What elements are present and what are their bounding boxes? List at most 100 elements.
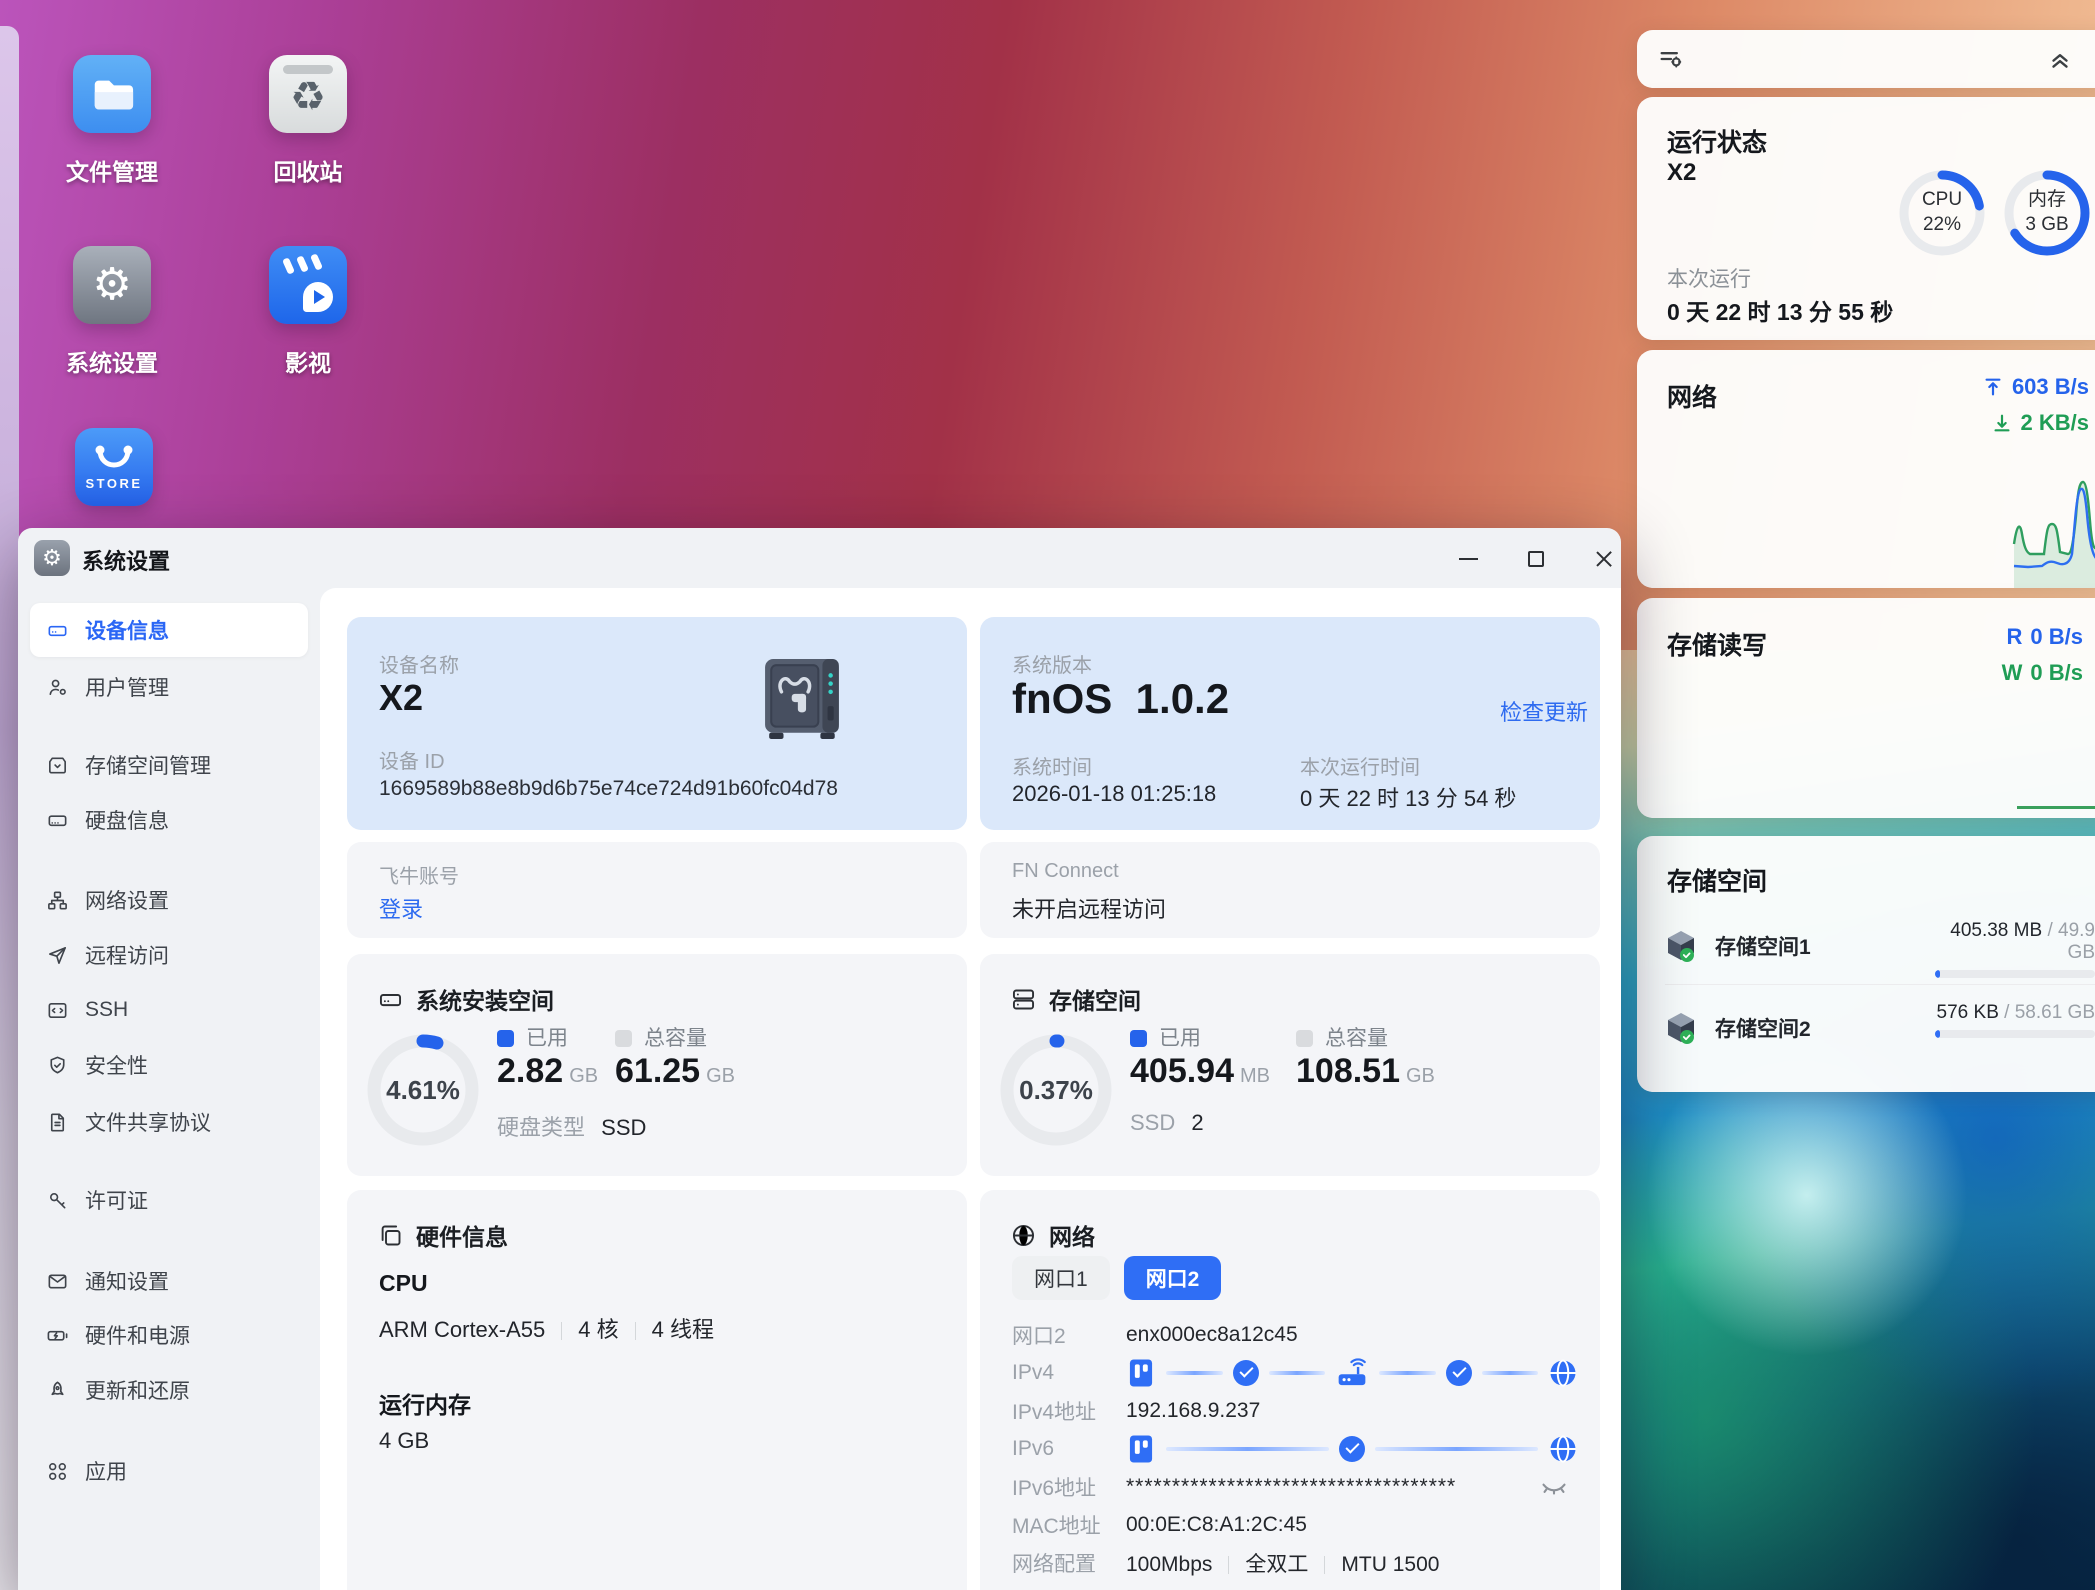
sidebar-item-notifications[interactable]: 通知设置 <box>30 1254 308 1308</box>
pool-bar <box>1935 970 2095 978</box>
ipv4-addr-row: IPv4地址 192.168.9.237 <box>1012 1394 1260 1428</box>
recycle-lid <box>283 65 333 74</box>
system-settings-label: 系统设置 <box>22 344 202 378</box>
title-bar: ⚙ 系统设置 <box>18 528 1621 588</box>
sidebar-item-apps[interactable]: 应用 <box>30 1444 308 1498</box>
fnconnect-label: FN Connect <box>1012 860 1119 883</box>
total-legend: 总容量 <box>615 1022 707 1052</box>
upload-rate: 603 B/s <box>1982 374 2089 400</box>
sidebar-item-update-restore[interactable]: 更新和还原 <box>30 1363 308 1417</box>
total-value: 108.51GB <box>1296 1052 1435 1091</box>
total-value: 61.25GB <box>615 1052 735 1091</box>
config-row: 网络配置 100Mbps全双工MTU 1500 <box>1012 1546 1439 1580</box>
eye-closed-icon[interactable] <box>1540 1475 1568 1499</box>
folder-icon <box>89 71 135 117</box>
sidebar-item-device-info[interactable]: 设备信息 <box>30 603 308 657</box>
total-legend: 总容量 <box>1296 1022 1388 1052</box>
sidebar-item-storage-mgmt[interactable]: 存储空间管理 <box>30 738 308 792</box>
file-manager-icon[interactable] <box>73 55 151 133</box>
collapse-panel-icon[interactable] <box>2047 46 2073 72</box>
pool-usage: 405.38 MB / 49.9 GB <box>1935 920 2095 964</box>
cpu-ring: CPU 22% <box>1896 167 1988 259</box>
sidebar-item-remote-access[interactable]: 远程访问 <box>30 928 308 982</box>
tab-port1[interactable]: 网口1 <box>1012 1256 1110 1300</box>
storage-donut: 0.37% <box>998 1032 1114 1148</box>
pool-bar <box>1935 1030 2095 1038</box>
sidebar-item-disk-info[interactable]: 硬盘信息 <box>30 793 308 847</box>
diskio-title: 存储读写 <box>1667 626 1767 662</box>
recycle-glyph: ♻ <box>290 77 326 117</box>
device-card: 设备名称 X2 设备 ID 1669589b88e8b9d6b75e74ce72… <box>347 617 967 830</box>
window-app-icon: ⚙ <box>34 540 70 576</box>
used-value: 2.82GB <box>497 1052 598 1091</box>
memory-value: 4 GB <box>379 1428 429 1454</box>
maximize-button[interactable] <box>1519 542 1553 576</box>
tab-port2[interactable]: 网口2 <box>1124 1256 1222 1300</box>
internet-globe-icon <box>1548 1434 1578 1464</box>
port-tabs: 网口1 网口2 <box>1012 1256 1221 1300</box>
device-name: X2 <box>379 677 423 719</box>
video-app-icon[interactable] <box>269 246 347 324</box>
pool-divider <box>1665 984 2095 985</box>
widget-settings-icon[interactable] <box>1657 45 1685 73</box>
sidebar-item-ssh[interactable]: SSH <box>30 983 308 1037</box>
gear-glyph: ⚙ <box>92 263 131 307</box>
sidebar-item-network-settings[interactable]: 网络设置 <box>30 873 308 927</box>
widget-header <box>1637 30 2095 88</box>
globe-icon <box>1010 1222 1037 1249</box>
pool-name: 存储空间2 <box>1715 1013 1811 1043</box>
desktop: 文件管理 ♻ 回收站 ⚙ 系统设置 影视 STORE <box>0 0 2095 1590</box>
status-title: 运行状态 <box>1667 123 1767 159</box>
close-button[interactable] <box>1587 542 1621 576</box>
write-rate: W0 B/s <box>2002 660 2083 686</box>
os-version-label: 系统版本 <box>1012 649 1092 678</box>
pool-row-2[interactable]: 存储空间2 576 KB / 58.61 GB <box>1637 1000 2095 1056</box>
recycle-bin-label: 回收站 <box>218 153 398 187</box>
sidebar-item-license[interactable]: 许可证 <box>30 1173 308 1227</box>
sidebar-item-file-sharing[interactable]: 文件共享协议 <box>30 1095 308 1149</box>
internet-globe-icon <box>1548 1358 1578 1388</box>
check-update-link[interactable]: 检查更新 <box>1500 695 1588 727</box>
battery-bolt-icon <box>46 1324 69 1347</box>
diskio-flatline <box>2017 806 2095 809</box>
sys-space-header: 系统安装空间 <box>377 982 554 1016</box>
router-icon <box>1335 1357 1369 1389</box>
sidebar-item-security[interactable]: 安全性 <box>30 1038 308 1092</box>
uptime-value: 0 天 22 时 13 分 54 秒 <box>1300 781 1516 813</box>
sidebar-item-hardware-power[interactable]: 硬件和电源 <box>30 1308 308 1362</box>
download-rate: 2 KB/s <box>1991 410 2089 436</box>
uptime-value: 0 天 22 时 13 分 55 秒 <box>1667 293 1893 327</box>
nic-icon <box>1126 1433 1156 1465</box>
disk-type-row: 硬盘类型 SSD <box>497 1110 646 1142</box>
fnconnect-status: 未开启远程访问 <box>1012 892 1166 924</box>
login-link[interactable]: 登录 <box>379 892 423 924</box>
store-label: STORE <box>85 476 142 491</box>
sys-space-card: 系统安装空间 4.61% 已用 2.82GB 总容量 61.25GB <box>347 954 967 1176</box>
video-bar <box>296 255 309 272</box>
device-id: 1669589b88e8b9d6b75e74ce724d91b60fc04d78 <box>379 777 838 801</box>
system-settings-icon[interactable]: ⚙ <box>73 246 151 324</box>
hardware-card: 硬件信息 CPU ARM Cortex-A554 核4 线程 运行内存 4 GB <box>347 1190 967 1590</box>
ipv6-status-row: IPv6 <box>1012 1432 1578 1466</box>
minimize-button[interactable] <box>1451 542 1485 576</box>
nic-icon <box>1126 1357 1156 1389</box>
terminal-icon <box>46 999 69 1022</box>
version-card: 系统版本 fnOS 1.0.2 检查更新 系统时间 2026-01-18 01:… <box>980 617 1600 830</box>
app-store-icon[interactable]: STORE <box>75 428 153 506</box>
port-row: 网口2 enx000ec8a12c45 <box>1012 1318 1298 1352</box>
used-legend: 已用 <box>1130 1022 1201 1052</box>
network-card: 网络 网口1 网口2 网口2 enx000ec8a12c45 IPv4 <box>980 1190 1600 1590</box>
memory-ring: 内存 3 GB <box>2001 167 2093 259</box>
diskio-widget: 存储读写 R0 B/s W0 B/s <box>1637 598 2095 818</box>
memory-value: 3 GB <box>2025 213 2068 238</box>
ssd-row: SSD 2 <box>1130 1110 1204 1136</box>
mac-row: MAC地址 00:0E:C8:A1:2C:45 <box>1012 1508 1307 1542</box>
settings-window: ⚙ 系统设置 设备信息 用户管理 存储空间管理 硬盘信息 网络设置 <box>18 528 1621 1590</box>
sidebar-item-users[interactable]: 用户管理 <box>30 660 308 714</box>
pools-title: 存储空间 <box>1667 862 1767 898</box>
status-host: X2 <box>1667 159 1696 187</box>
recycle-bin-icon[interactable]: ♻ <box>269 55 347 133</box>
pool-row-1[interactable]: 存储空间1 405.38 MB / 49.9 GB <box>1637 918 2095 974</box>
storage-cube-icon <box>1665 1011 1697 1045</box>
shield-check-icon <box>46 1054 69 1077</box>
